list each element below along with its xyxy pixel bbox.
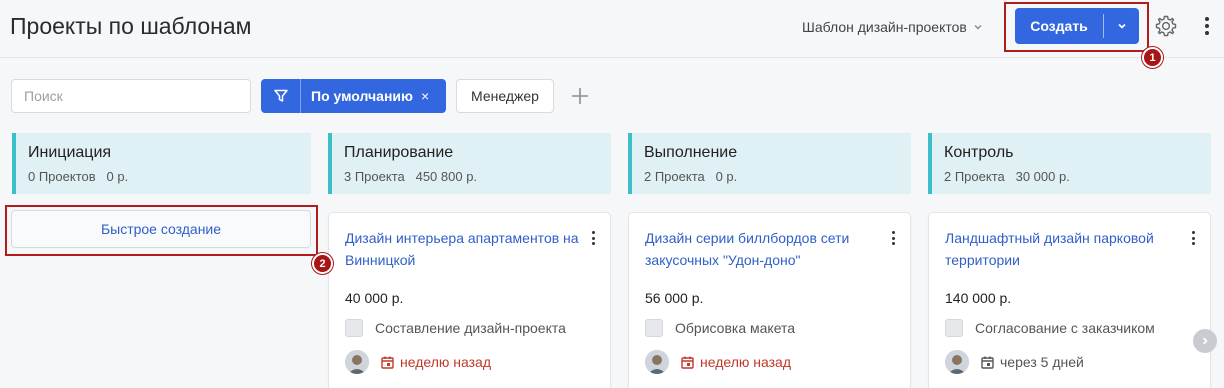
task-checkbox[interactable] xyxy=(945,319,963,337)
column-count: 2 Проекта xyxy=(944,169,1005,184)
filter-remove-button[interactable]: × xyxy=(421,88,429,104)
avatar[interactable] xyxy=(945,350,969,374)
task-row: Обрисовка макета xyxy=(645,319,795,337)
column-initiation-header: Инициация 0 Проектов 0 р. xyxy=(12,133,311,194)
card-footer: через 5 дней xyxy=(945,350,1084,374)
column-execution-header: Выполнение 2 Проекта 0 р. xyxy=(628,133,911,194)
calendar-icon xyxy=(981,356,994,369)
step-marker-1: 1 xyxy=(1142,47,1163,68)
column-count: 2 Проекта xyxy=(644,169,705,184)
task-label: Обрисовка макета xyxy=(675,320,796,336)
task-row: Составление дизайн-проекта xyxy=(345,319,566,337)
gear-icon[interactable] xyxy=(1154,14,1178,38)
more-vertical-icon[interactable] xyxy=(1200,15,1214,37)
project-amount: 40 000 р. xyxy=(345,290,404,306)
column-sum: 30 000 р. xyxy=(1015,169,1070,184)
create-dropdown-button[interactable] xyxy=(1104,8,1139,44)
column-sum: 0 р. xyxy=(715,169,738,184)
more-vertical-icon[interactable] xyxy=(1190,231,1196,245)
column-name: Планирование xyxy=(344,144,454,161)
column-meta: 0 Проектов 0 р. xyxy=(28,169,128,184)
avatar[interactable] xyxy=(345,350,369,374)
due-date-label: неделю назад xyxy=(400,354,491,370)
project-card[interactable]: Дизайн интерьера апартаментов на Винницк… xyxy=(328,212,611,388)
task-checkbox[interactable] xyxy=(645,319,663,337)
more-vertical-icon[interactable] xyxy=(890,231,896,245)
due-date: через 5 дней xyxy=(981,354,1084,370)
column-count: 3 Проекта xyxy=(344,169,405,184)
filter-icon xyxy=(261,79,301,113)
task-label: Согласование с заказчиком xyxy=(975,320,1155,336)
project-title-link[interactable]: Ландшафтный дизайн парковой территории xyxy=(945,227,1180,271)
column-planning-header: Планирование 3 Проекта 450 800 р. xyxy=(328,133,611,194)
column-name: Выполнение xyxy=(644,144,738,161)
filter-label: По умолчанию xyxy=(311,88,413,104)
step-marker-2: 2 xyxy=(312,253,333,274)
column-control-header: Контроль 2 Проекта 30 000 р. xyxy=(928,133,1211,194)
column-name: Контроль xyxy=(944,144,1014,161)
quick-create-button[interactable]: Быстрое создание xyxy=(11,210,311,248)
more-vertical-icon[interactable] xyxy=(590,231,596,245)
due-date-label: через 5 дней xyxy=(1000,354,1084,370)
page-header: Проекты по шаблонам Шаблон дизайн-проект… xyxy=(0,0,1224,58)
project-title-link[interactable]: Дизайн интерьера апартаментов на Винницк… xyxy=(345,227,580,271)
column-sum: 450 800 р. xyxy=(415,169,478,184)
plus-icon[interactable] xyxy=(568,84,592,108)
card-footer: неделю назад xyxy=(345,350,491,374)
due-date-label: неделю назад xyxy=(700,354,791,370)
filter-default-chip[interactable]: По умолчанию × xyxy=(261,79,446,113)
due-date: неделю назад xyxy=(681,354,791,370)
column-meta: 3 Проекта 450 800 р. xyxy=(344,169,477,184)
project-amount: 140 000 р. xyxy=(945,290,1012,306)
column-name: Инициация xyxy=(28,144,112,161)
column-sum: 0 р. xyxy=(106,169,129,184)
calendar-icon xyxy=(681,356,694,369)
chevron-down-icon xyxy=(974,25,982,30)
task-label: Составление дизайн-проекта xyxy=(375,320,566,336)
create-split-button: Создать xyxy=(1015,8,1139,44)
project-card[interactable]: Ландшафтный дизайн парковой территории 1… xyxy=(928,212,1211,388)
due-date: неделю назад xyxy=(381,354,491,370)
task-checkbox[interactable] xyxy=(345,319,363,337)
template-selector[interactable]: Шаблон дизайн-проектов xyxy=(802,19,983,35)
task-row: Согласование с заказчиком xyxy=(945,319,1155,337)
column-meta: 2 Проекта 0 р. xyxy=(644,169,737,184)
page-title: Проекты по шаблонам xyxy=(10,13,252,39)
chevron-right-icon[interactable] xyxy=(1193,329,1217,353)
column-meta: 2 Проекта 30 000 р. xyxy=(944,169,1070,184)
project-card[interactable]: Дизайн серии биллбордов сети закусочных … xyxy=(628,212,911,388)
create-button[interactable]: Создать xyxy=(1015,8,1103,44)
calendar-icon xyxy=(381,356,394,369)
manager-filter-chip[interactable]: Менеджер xyxy=(456,79,554,113)
search-input[interactable] xyxy=(11,79,251,113)
project-title-link[interactable]: Дизайн серии биллбордов сети закусочных … xyxy=(645,227,880,271)
card-footer: неделю назад xyxy=(645,350,791,374)
chevron-down-icon xyxy=(1117,23,1126,29)
template-selector-label: Шаблон дизайн-проектов xyxy=(802,19,967,35)
avatar[interactable] xyxy=(645,350,669,374)
project-amount: 56 000 р. xyxy=(645,290,704,306)
column-count: 0 Проектов xyxy=(28,169,96,184)
